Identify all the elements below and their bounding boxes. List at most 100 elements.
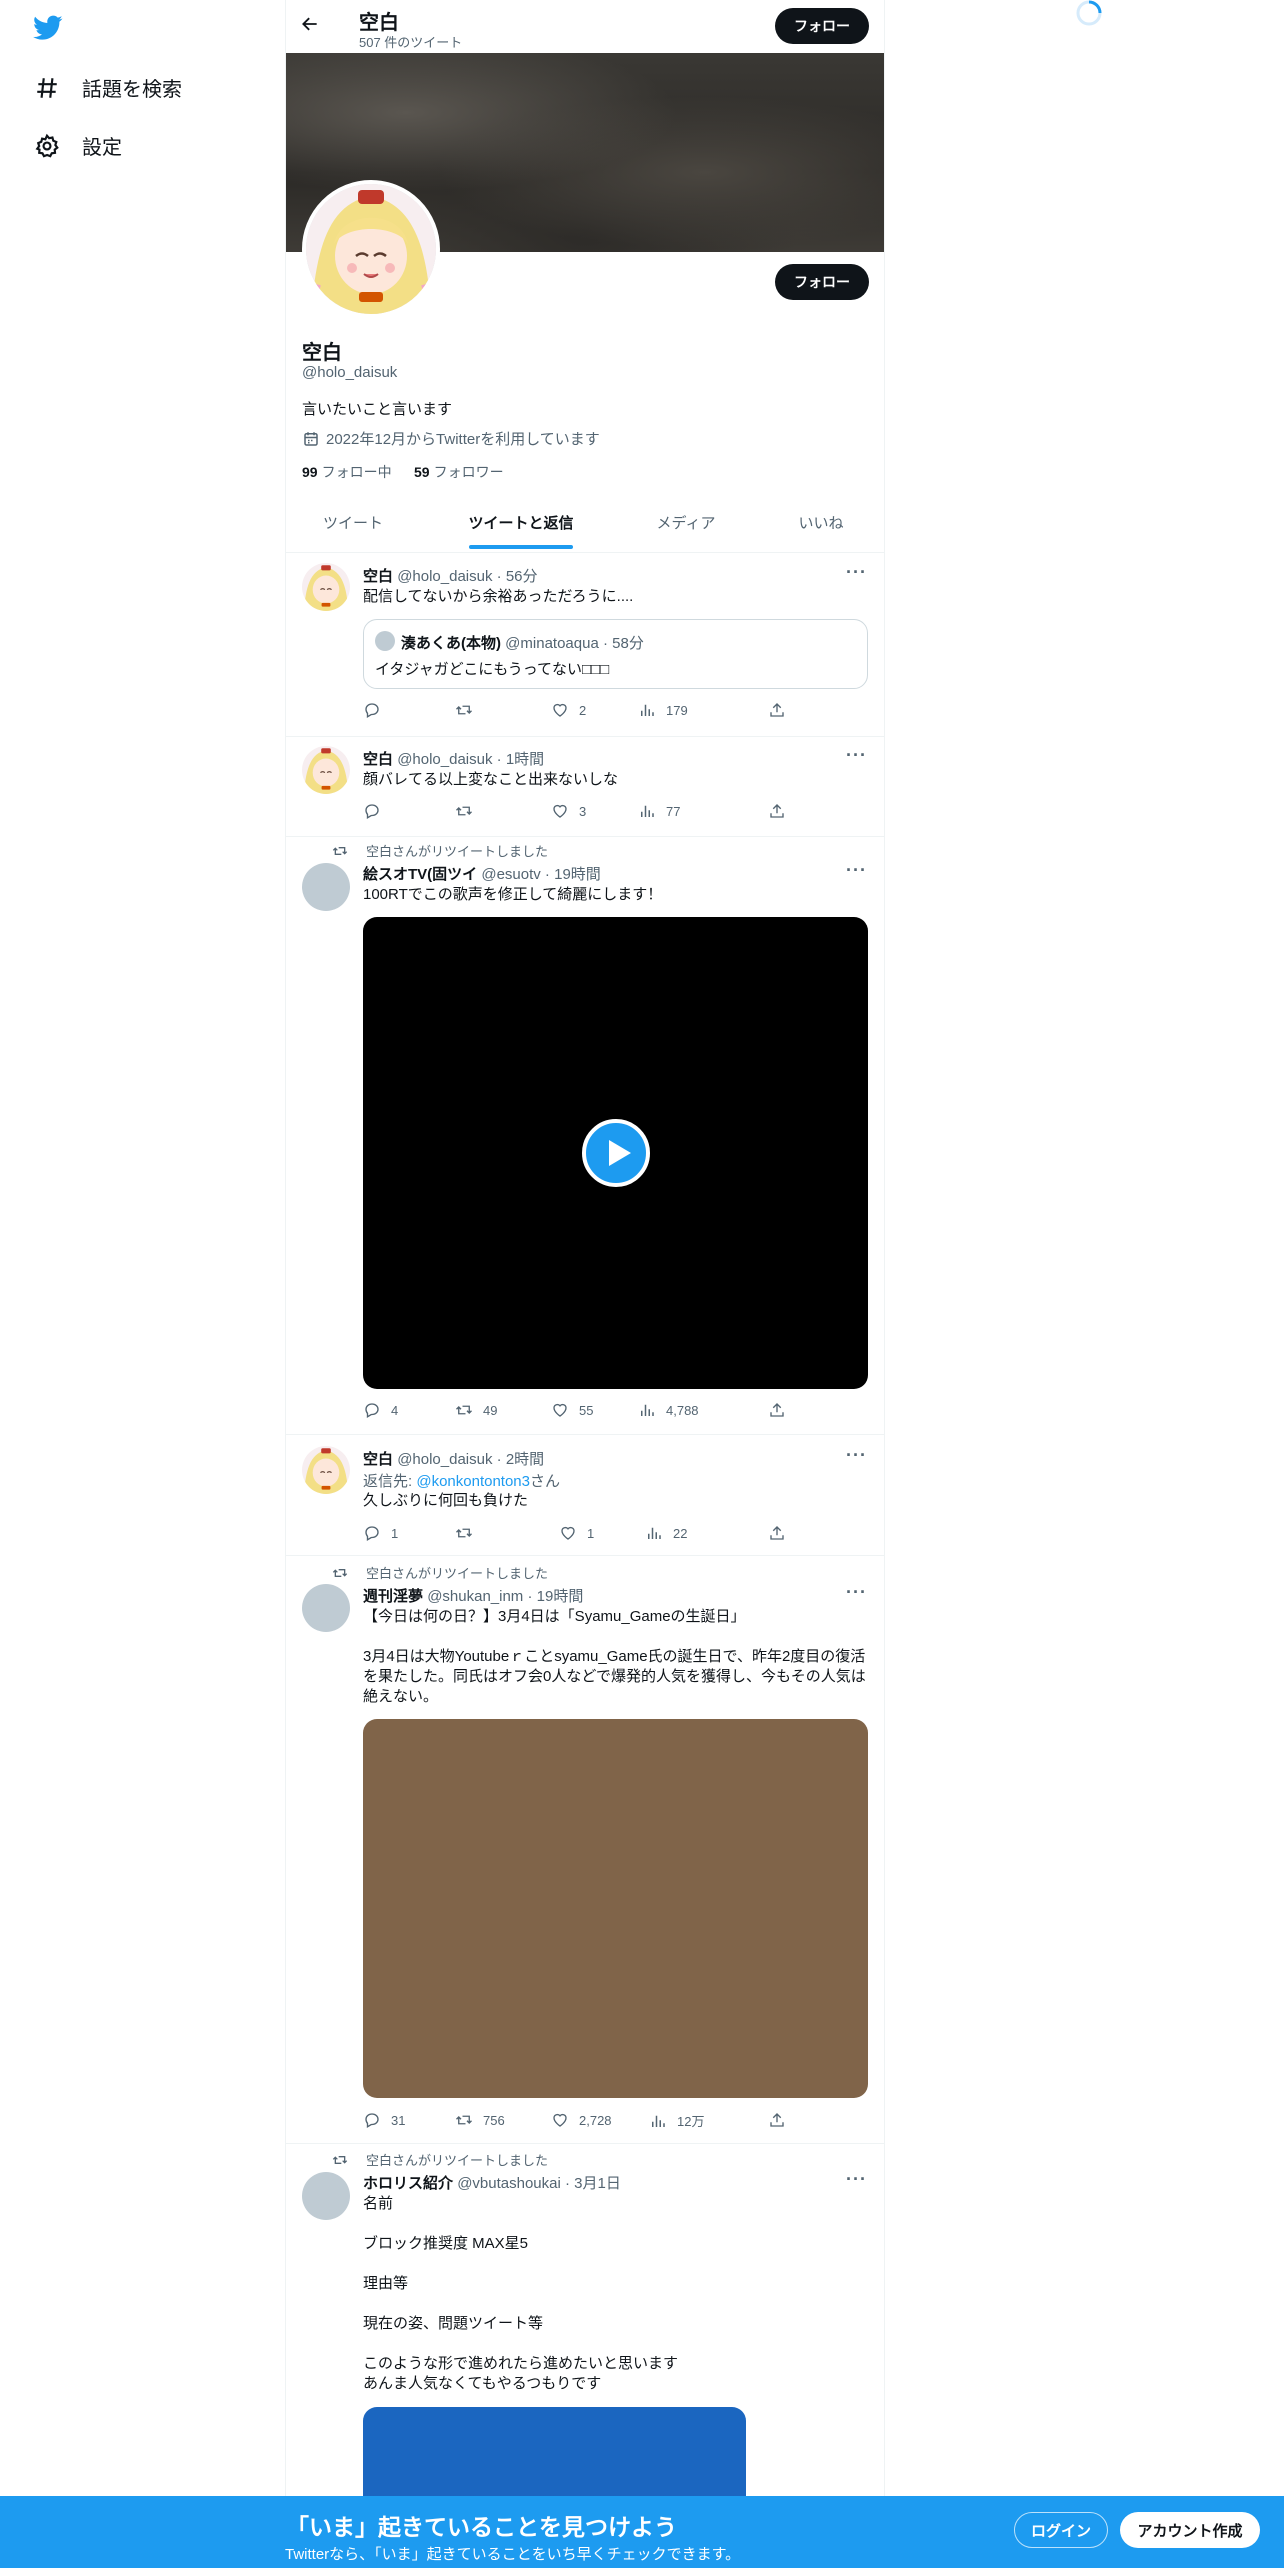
tweet-avatar[interactable] <box>302 1446 350 1494</box>
video-player[interactable] <box>363 917 868 1389</box>
tweet-text-line: ブロック推奨度 MAX星5 <box>363 2235 529 2252</box>
tweet-avatar[interactable] <box>302 563 350 611</box>
tab-media[interactable]: メディア <box>611 512 761 533</box>
more-options-icon[interactable]: ··· <box>846 745 867 766</box>
tweet-author-name[interactable]: 空白 <box>363 751 393 768</box>
tweet-time[interactable]: 3月1日 <box>574 2175 621 2192</box>
tweet-actions: 31 756 2,728 12万 <box>363 2111 786 2131</box>
share-button[interactable] <box>768 1524 786 1542</box>
tweet-author-name[interactable]: 空白 <box>363 568 393 585</box>
tweet-avatar[interactable] <box>302 863 350 911</box>
tweet-avatar[interactable] <box>302 2172 350 2220</box>
nav-explore[interactable]: 話題を検索 <box>34 73 182 102</box>
views-button[interactable]: 179 <box>638 701 688 719</box>
retweet-button[interactable] <box>455 1524 483 1542</box>
retweeted-by: 空白さんがリツイートしました <box>332 841 548 860</box>
profile-follow-button[interactable]: フォロー <box>775 264 869 300</box>
profile-name: 空白 <box>302 342 342 364</box>
tweet-author-handle[interactable]: @holo_daisuk <box>397 1451 492 1468</box>
tweet-time[interactable]: 56分 <box>506 568 538 585</box>
retweet-button[interactable] <box>455 701 483 719</box>
tweet-author-name[interactable]: 空白 <box>363 1451 393 1468</box>
nav-explore-label: 話題を検索 <box>82 79 182 101</box>
retweet-button[interactable]: 49 <box>455 1401 497 1419</box>
tweet-author-name[interactable]: ホロリス紹介 <box>363 2175 453 2192</box>
back-arrow-icon[interactable] <box>300 14 324 38</box>
tweet-text-line: 名前 <box>363 2195 394 2212</box>
tweet-header: 空白 @holo_daisuk · 2時間 <box>363 1451 545 1468</box>
play-icon[interactable] <box>582 1119 650 1187</box>
tab-likes[interactable]: いいね <box>746 512 896 533</box>
tweet-avatar[interactable] <box>302 1584 350 1632</box>
header-tweet-count: 507 件のツイート <box>359 35 463 50</box>
views-button[interactable]: 77 <box>638 802 680 820</box>
reply-button[interactable] <box>363 701 391 719</box>
views-button[interactable]: 4,788 <box>638 1401 699 1419</box>
profile-avatar[interactable] <box>302 180 440 318</box>
twitter-logo-icon[interactable] <box>33 15 63 41</box>
nav-settings[interactable]: 設定 <box>34 131 122 160</box>
tweet-text-line: を果たした。同氏はオフ会0人などで爆発的人気を獲得し、今もその人気は <box>363 1668 866 1685</box>
reply-button[interactable]: 4 <box>363 1401 398 1419</box>
tweet-avatar[interactable] <box>302 746 350 794</box>
tweet-image[interactable] <box>363 1719 868 2098</box>
following-link[interactable]: 99 フォロー中 <box>302 462 392 482</box>
share-button[interactable] <box>768 802 786 820</box>
tab-tweets[interactable]: ツイート <box>278 512 428 533</box>
tweet-text: 100RTでこの歌声を修正して綺麗にします！ <box>363 886 663 903</box>
like-count: 1 <box>587 1525 595 1541</box>
like-button[interactable]: 1 <box>559 1524 594 1542</box>
tweet-author-handle[interactable]: @esuotv <box>481 866 540 883</box>
signup-button[interactable]: アカウント作成 <box>1120 2512 1260 2548</box>
more-options-icon[interactable]: ··· <box>846 1582 867 1603</box>
reply-button[interactable]: 31 <box>363 2111 405 2129</box>
followers-link[interactable]: 59 フォロワー <box>414 462 504 482</box>
like-button[interactable]: 55 <box>551 1401 593 1419</box>
tweet-author-handle[interactable]: @vbutashoukai <box>457 2175 561 2192</box>
like-button[interactable]: 2 <box>551 701 586 719</box>
reply-icon <box>363 2111 381 2129</box>
reply-to-handle[interactable]: @konkontonton3 <box>416 1473 530 1490</box>
retweet-icon <box>455 1524 473 1542</box>
like-button[interactable]: 2,728 <box>551 2111 612 2129</box>
views-button[interactable]: 12万 <box>649 2111 704 2130</box>
retweet-count: 756 <box>483 2112 505 2128</box>
retweet-count: 49 <box>483 1402 498 1418</box>
retweet-icon <box>332 1565 348 1581</box>
tweet-time[interactable]: 1時間 <box>506 751 544 768</box>
header-follow-button[interactable]: フォロー <box>775 8 869 44</box>
tweet-author-name[interactable]: 絵スオTV(固ツイ <box>363 866 477 883</box>
retweet-button[interactable]: 756 <box>455 2111 505 2129</box>
tab-tweets-and-replies[interactable]: ツイートと返信 <box>446 512 596 533</box>
more-options-icon[interactable]: ··· <box>846 860 867 881</box>
tweet-time[interactable]: 2時間 <box>506 1451 544 1468</box>
login-button[interactable]: ログイン <box>1014 2512 1108 2548</box>
loading-spinner-icon <box>1074 0 1108 26</box>
followers-label: フォロワー <box>433 464 504 480</box>
retweet-button[interactable] <box>455 802 483 820</box>
tweet-header: 週刊淫夢 @shukan_inm · 19時間 <box>363 1588 584 1605</box>
share-button[interactable] <box>768 2111 786 2129</box>
tweet-text: 顔バレてる以上変なこと出来ないしな <box>363 771 619 788</box>
share-button[interactable] <box>768 701 786 719</box>
reply-button[interactable]: 1 <box>363 1524 398 1542</box>
reply-button[interactable] <box>363 802 391 820</box>
tweet-time[interactable]: 19時間 <box>537 1588 584 1605</box>
share-button[interactable] <box>768 1401 786 1419</box>
views-count: 22 <box>673 1525 688 1541</box>
tweet-author-handle[interactable]: @holo_daisuk <box>397 568 492 585</box>
tweet-time[interactable]: 19時間 <box>554 866 601 883</box>
tweet-actions: 1 1 22 <box>363 1524 786 1544</box>
more-options-icon[interactable]: ··· <box>846 2169 867 2190</box>
views-button[interactable]: 22 <box>645 1524 687 1542</box>
main-column: 空白 507 件のツイート フォロー フォロー 空白 @holo_daisuk … <box>285 0 885 2568</box>
tweet-author-name[interactable]: 週刊淫夢 <box>363 1588 423 1605</box>
like-button[interactable]: 3 <box>551 802 586 820</box>
more-options-icon[interactable]: ··· <box>846 1445 867 1466</box>
tweet-author-handle[interactable]: @shukan_inm <box>427 1588 523 1605</box>
quoted-tweet[interactable]: 湊あくあ(本物) @minatoaqua · 58分 イタジャガどこにもうってな… <box>363 619 868 689</box>
tweet-text: 久しぶりに何回も負けた <box>363 1492 529 1509</box>
retweeted-by: 空白さんがリツイートしました <box>332 2150 548 2169</box>
tweet-author-handle[interactable]: @holo_daisuk <box>397 751 492 768</box>
more-options-icon[interactable]: ··· <box>846 562 867 583</box>
